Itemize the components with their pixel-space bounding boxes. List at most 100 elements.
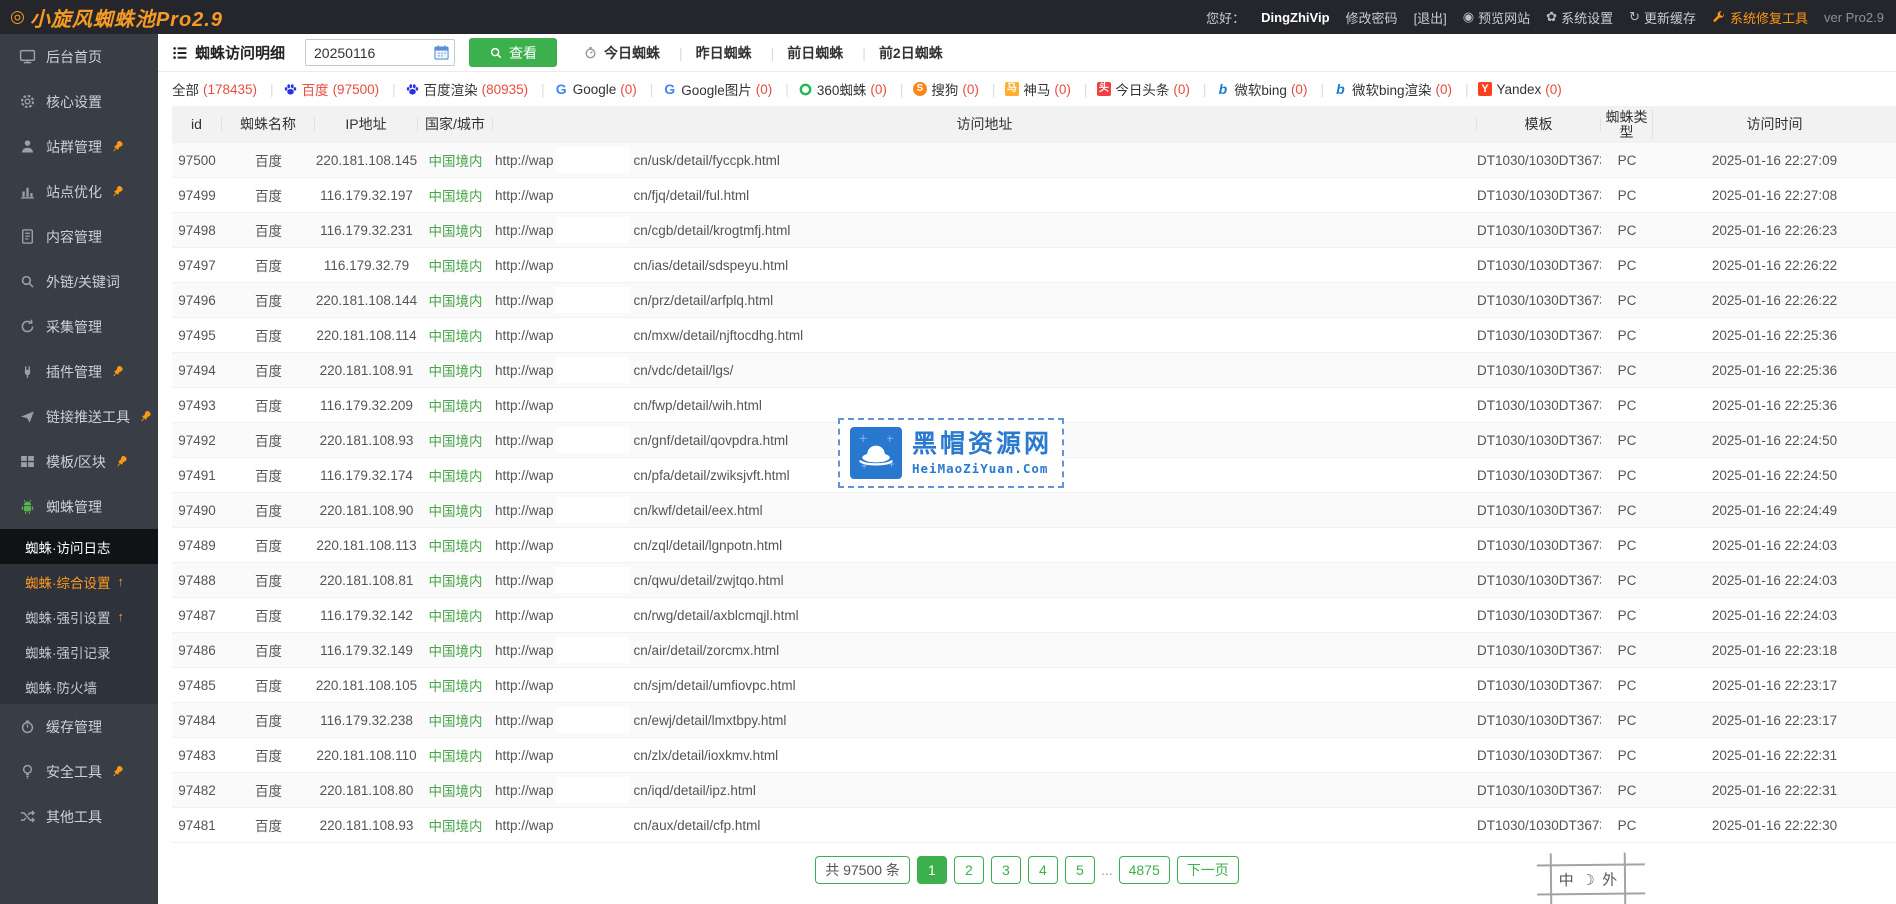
sidebar-item[interactable]: 其他工具	[0, 794, 158, 839]
censored-domain	[556, 322, 630, 348]
table-row: 97482 百度 220.181.108.80 中国境内 http://wap …	[172, 773, 1896, 808]
sidebar-item[interactable]: 蜘蛛管理	[0, 484, 158, 529]
sidebar-item[interactable]: 内容管理	[0, 214, 158, 259]
view-button[interactable]: 查看	[469, 38, 557, 67]
cell-url: http://wap cn/aux/detail/cfp.html	[493, 812, 1477, 838]
url-path: cn/zql/detail/lgnpotn.html	[634, 538, 783, 553]
system-settings-link[interactable]: ✿系统设置	[1546, 8, 1613, 27]
quick-link[interactable]: 前2日蜘蛛	[879, 43, 943, 63]
spider-filter-label: Google	[573, 82, 617, 97]
cell-template: DT1030/1030DT3673	[1477, 363, 1601, 378]
update-cache-link[interactable]: ↻更新缓存	[1629, 8, 1696, 27]
username[interactable]: DingZhiVip	[1261, 10, 1329, 25]
sidebar-item[interactable]: 蜘蛛·综合设置 ↑	[0, 564, 158, 599]
sidebar-item[interactable]: 外链/关键词	[0, 259, 158, 304]
spider-filter[interactable]: Y Yandex (0)	[1478, 82, 1562, 97]
spider-filter-label: 百度渲染	[424, 79, 478, 99]
repair-tool-link[interactable]: 系统修复工具	[1712, 8, 1808, 27]
spider-filter[interactable]: b 微软bing渲染 (0)	[1333, 79, 1478, 99]
spider-filter[interactable]: 马 神马 (0)	[1004, 79, 1096, 99]
spider-filter[interactable]: G Google图片 (0)	[662, 79, 798, 99]
pagination-next-button[interactable]: 下一页	[1177, 856, 1239, 884]
cell-spider-name: 百度	[222, 325, 315, 345]
spider-filter[interactable]: S 搜狗 (0)	[912, 79, 1004, 99]
page-button[interactable]: 3	[991, 856, 1021, 884]
cell-type: PC	[1601, 433, 1653, 448]
preview-site-link[interactable]: ◉预览网站	[1463, 8, 1530, 27]
spider-filter[interactable]: 头 今日头条 (0)	[1096, 79, 1215, 99]
cell-id: 97497	[172, 258, 222, 273]
sidebar-item[interactable]: 模板/区块	[0, 439, 158, 484]
cell-time: 2025-01-16 22:25:36	[1653, 398, 1896, 413]
censored-domain	[556, 742, 630, 768]
widget-moon-icon[interactable]: ☽	[1581, 870, 1595, 888]
cell-template: DT1030/1030DT3673	[1477, 713, 1601, 728]
url-prefix: http://wap	[495, 223, 554, 238]
page-button[interactable]: 1	[917, 856, 947, 884]
logout-link[interactable]: [退出]	[1414, 8, 1447, 27]
widget-zh-button[interactable]: 中	[1559, 869, 1574, 890]
sidebar-item[interactable]: 链接推送工具	[0, 394, 158, 439]
spider-filter[interactable]: 百度 (97500)	[283, 79, 405, 99]
watermark-title: 黑帽资源网	[912, 430, 1052, 459]
page-title: 蜘蛛访问明细	[172, 42, 285, 63]
url-prefix: http://wap	[495, 608, 554, 623]
spider-filter-count: (0)	[1545, 82, 1562, 97]
page-button[interactable]: 5	[1065, 856, 1095, 884]
sidebar-item[interactable]: 站点优化	[0, 169, 158, 214]
change-password-link[interactable]: 修改密码	[1346, 8, 1398, 27]
spider-filter[interactable]: G Google (0)	[554, 82, 663, 97]
sidebar-item[interactable]: 站群管理	[0, 124, 158, 169]
cell-id: 97496	[172, 293, 222, 308]
quick-link[interactable]: 昨日蜘蛛	[696, 43, 788, 63]
pagination-total: 共 97500 条	[815, 856, 910, 884]
cell-time: 2025-01-16 22:25:36	[1653, 328, 1896, 343]
spider-filter[interactable]: b 微软bing (0)	[1215, 79, 1333, 99]
cell-region: 中国境内	[418, 255, 493, 275]
cell-type: PC	[1601, 258, 1653, 273]
spider-filter-count: (97500)	[333, 82, 380, 97]
cell-time: 2025-01-16 22:22:31	[1653, 783, 1896, 798]
spider-filter[interactable]: 全部 (178435)	[172, 79, 283, 99]
spider-filter-count: (0)	[1291, 82, 1308, 97]
widget-frame-line	[1624, 853, 1627, 904]
pagination-last-page[interactable]: 4875	[1119, 856, 1170, 884]
sidebar-item-label: 蜘蛛·访问日志	[25, 537, 111, 557]
url-path: cn/aux/detail/cfp.html	[634, 818, 761, 833]
cell-spider-name: 百度	[222, 780, 315, 800]
sidebar-item[interactable]: 采集管理	[0, 304, 158, 349]
corner-widget[interactable]: 中 ☽ 外	[1545, 861, 1633, 899]
spider-filter-label: 360蜘蛛	[817, 79, 867, 99]
cell-region: 中国境内	[418, 395, 493, 415]
gear-icon: ✿	[1546, 9, 1557, 25]
spider-filter[interactable]: 百度渲染 (80935)	[405, 79, 554, 99]
spider-filter[interactable]: 360蜘蛛 (0)	[798, 79, 913, 99]
cell-id: 97499	[172, 188, 222, 203]
page-button[interactable]: 4	[1028, 856, 1058, 884]
sidebar-item[interactable]: 核心设置	[0, 79, 158, 124]
widget-outer-button[interactable]: 外	[1602, 869, 1617, 890]
sidebar-item[interactable]: 蜘蛛·强引设置 ↑	[0, 599, 158, 634]
cell-time: 2025-01-16 22:23:17	[1653, 678, 1896, 693]
sidebar-item[interactable]: 蜘蛛·强引记录	[0, 634, 158, 669]
sidebar-item[interactable]: 缓存管理	[0, 704, 158, 749]
cell-time: 2025-01-16 22:24:03	[1653, 573, 1896, 588]
sidebar-item[interactable]: 插件管理	[0, 349, 158, 394]
sidebar-item[interactable]: 蜘蛛·访问日志	[0, 529, 158, 564]
cell-template: DT1030/1030DT3673	[1477, 223, 1601, 238]
sidebar-item[interactable]: 后台首页	[0, 34, 158, 79]
cell-id: 97481	[172, 818, 222, 833]
spider-filter-count: (0)	[756, 82, 773, 97]
cell-region: 中国境内	[418, 500, 493, 520]
sidebar-item-label: 核心设置	[46, 92, 102, 112]
sidebar-item[interactable]: 安全工具	[0, 749, 158, 794]
page-button[interactable]: 2	[954, 856, 984, 884]
sidebar-item[interactable]: 蜘蛛·防火墙	[0, 669, 158, 704]
quick-link[interactable]: 今日蜘蛛	[583, 43, 696, 63]
quick-link[interactable]: 前日蜘蛛	[787, 43, 879, 63]
widget-frame-line	[1537, 892, 1645, 895]
calendar-icon[interactable]	[433, 44, 450, 61]
watermark-subtitle: HeiMaoZiYuan.Com	[912, 462, 1052, 476]
cell-url: http://wap cn/fjq/detail/ful.html	[493, 182, 1477, 208]
url-prefix: http://wap	[495, 258, 554, 273]
